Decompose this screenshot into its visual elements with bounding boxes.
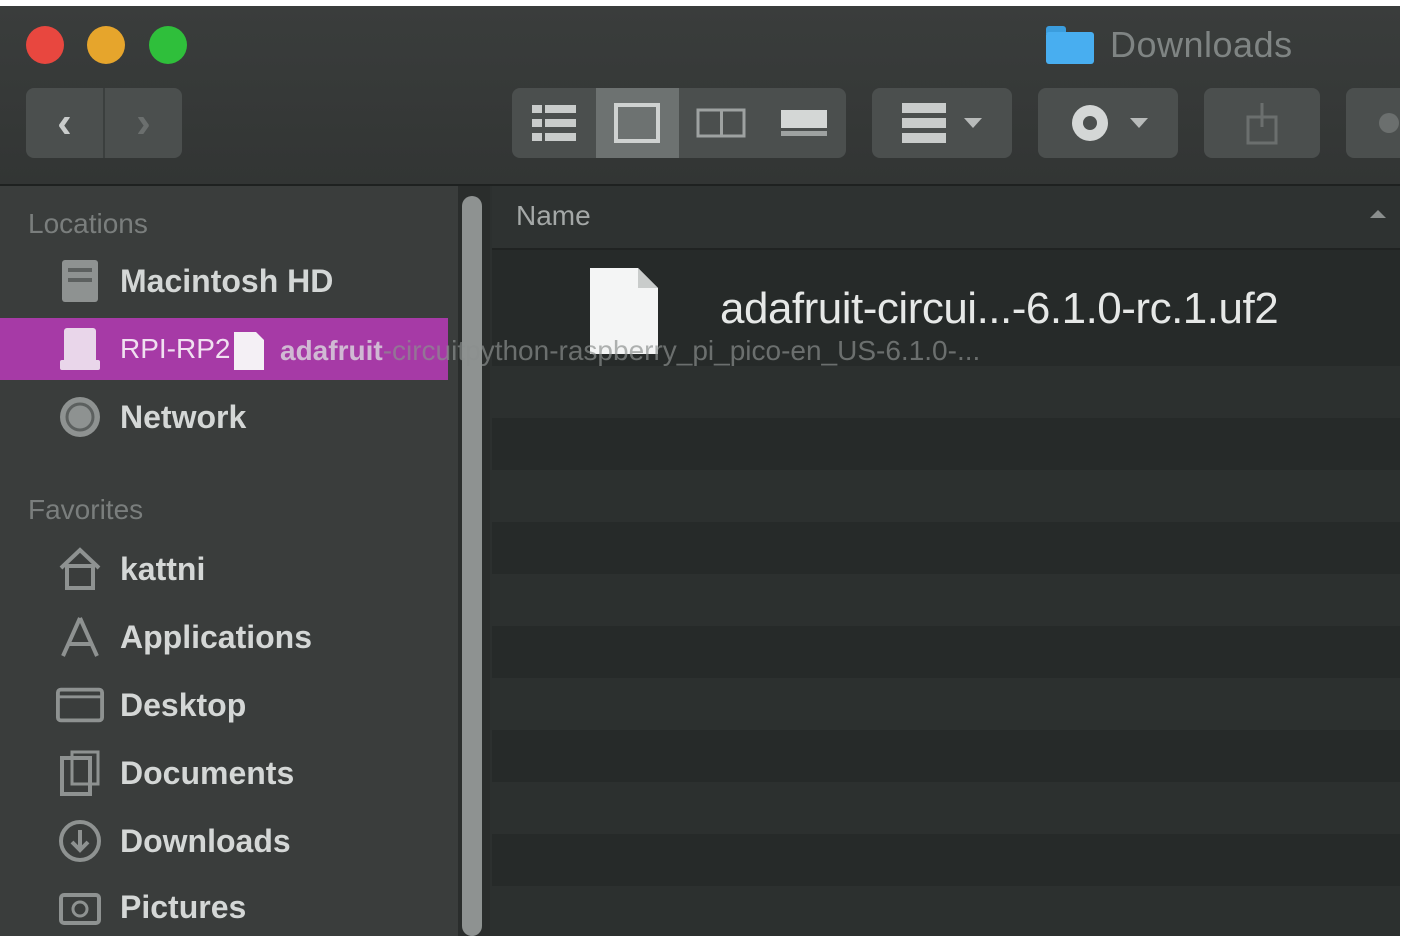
icon-view-icon bbox=[614, 103, 661, 143]
sidebar-item-label: kattni bbox=[120, 550, 206, 587]
drag-preview-label: adafruit-circuitpython-raspberry_pi_pico… bbox=[280, 335, 981, 366]
file-name: adafruit-circui...-6.1.0-rc.1.uf2 bbox=[720, 284, 1279, 333]
list-view-button[interactable] bbox=[512, 88, 596, 158]
documents-icon bbox=[56, 750, 104, 796]
navigation-buttons: ‹ › bbox=[26, 88, 182, 158]
file-list: Name adafruit-circui...-6.1.0-rc.1.uf2 bbox=[492, 186, 1400, 936]
sidebar-item-applications[interactable]: Applications bbox=[0, 606, 458, 668]
minimize-window-button[interactable] bbox=[87, 26, 125, 64]
tags-button[interactable] bbox=[1346, 88, 1400, 158]
close-window-button[interactable] bbox=[26, 26, 64, 64]
drag-preview: adafruit-circuitpython-raspberry_pi_pico… bbox=[232, 328, 980, 374]
action-dropdown[interactable] bbox=[1038, 88, 1178, 158]
sidebar-item-label: RPI-RP2 bbox=[120, 333, 231, 364]
network-globe-icon bbox=[56, 394, 104, 440]
applications-icon bbox=[56, 614, 104, 660]
gallery-view-button[interactable] bbox=[763, 88, 847, 158]
sidebar-item-label: Desktop bbox=[120, 686, 247, 723]
window-title: Downloads bbox=[1046, 24, 1293, 66]
window-title-text: Downloads bbox=[1110, 24, 1293, 65]
sidebar-item-label: Pictures bbox=[120, 888, 247, 925]
sort-ascending-icon bbox=[1370, 210, 1386, 218]
scrollbar-thumb[interactable] bbox=[462, 196, 482, 936]
group-by-dropdown[interactable] bbox=[872, 88, 1012, 158]
sidebar-item-macintosh-hd[interactable]: Macintosh HD bbox=[0, 250, 458, 312]
view-mode-control bbox=[512, 88, 846, 158]
group-icon bbox=[902, 103, 946, 143]
pictures-icon bbox=[56, 884, 104, 930]
chevron-down-icon bbox=[1130, 118, 1148, 128]
sidebar-scrollbar[interactable] bbox=[458, 186, 490, 936]
icon-view-button[interactable] bbox=[595, 88, 679, 158]
sidebar-item-network[interactable]: Network bbox=[0, 386, 458, 448]
sidebar-item-label: Macintosh HD bbox=[120, 262, 334, 299]
back-button[interactable]: ‹ bbox=[26, 88, 103, 158]
column-view-button[interactable] bbox=[679, 88, 763, 158]
sidebar-item-label: Network bbox=[120, 398, 247, 435]
sidebar-section-locations: Locations bbox=[28, 208, 148, 239]
sidebar-item-label: Downloads bbox=[120, 822, 291, 859]
sidebar-item-downloads[interactable]: Downloads bbox=[0, 810, 458, 872]
share-icon bbox=[1246, 103, 1278, 145]
share-button[interactable] bbox=[1204, 88, 1320, 158]
column-header-label: Name bbox=[516, 200, 591, 231]
desktop-icon bbox=[56, 682, 104, 728]
home-icon bbox=[56, 546, 104, 592]
finder-window: Downloads ‹ › Locations Macintosh HD RPI… bbox=[0, 6, 1400, 936]
downloads-icon bbox=[56, 818, 104, 864]
external-drive-icon bbox=[56, 326, 104, 372]
folder-icon bbox=[1046, 26, 1094, 64]
sidebar-section-favorites: Favorites bbox=[28, 494, 144, 525]
gallery-view-icon bbox=[781, 110, 828, 136]
sidebar-item-documents[interactable]: Documents bbox=[0, 742, 458, 804]
sidebar-item-desktop[interactable]: Desktop bbox=[0, 674, 458, 736]
sidebar-item-kattni[interactable]: kattni bbox=[0, 538, 458, 600]
forward-button[interactable]: › bbox=[103, 88, 182, 158]
sidebar: Locations Macintosh HD RPI-RP2 Network F… bbox=[0, 186, 458, 936]
column-view-icon bbox=[696, 108, 746, 138]
chevron-down-icon bbox=[964, 118, 982, 128]
list-view-icon bbox=[531, 105, 576, 141]
column-header-name[interactable]: Name bbox=[492, 186, 1400, 250]
toolbar: Downloads ‹ › bbox=[0, 6, 1400, 186]
tag-icon bbox=[1379, 113, 1399, 133]
document-icon bbox=[234, 332, 264, 370]
hard-drive-icon bbox=[56, 258, 104, 304]
gear-icon bbox=[1072, 105, 1108, 141]
zoom-window-button[interactable] bbox=[149, 26, 187, 64]
sidebar-item-label: Applications bbox=[120, 618, 313, 655]
sidebar-item-pictures[interactable]: Pictures bbox=[0, 876, 458, 936]
sidebar-item-label: Documents bbox=[120, 754, 295, 791]
